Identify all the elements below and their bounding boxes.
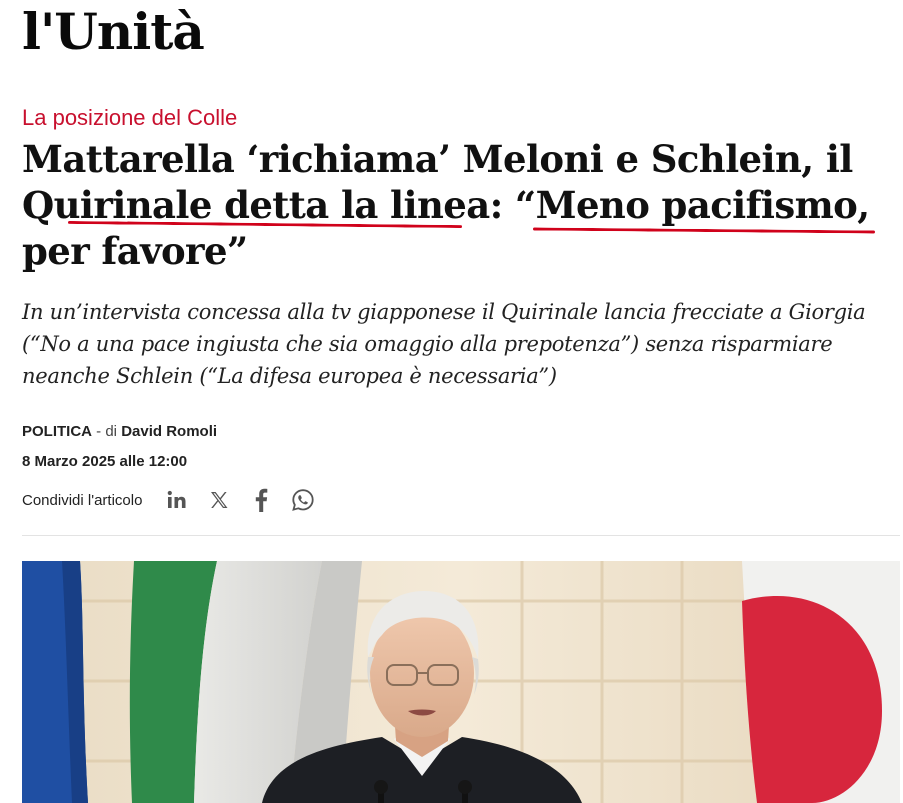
subtitle-line: neanche Schlein (“La difesa europea è ne…	[22, 364, 557, 388]
section-divider	[22, 535, 900, 536]
facebook-icon[interactable]	[240, 485, 282, 515]
share-bar: Condividi l'articolo	[22, 485, 324, 515]
share-label: Condividi l'articolo	[22, 491, 143, 509]
article-kicker[interactable]: La posizione del Colle	[22, 105, 237, 131]
headline-line: Mattarella ‘richiama’ Meloni e Schlein, …	[22, 137, 853, 181]
author-link[interactable]: David Romoli	[121, 423, 217, 440]
linkedin-icon[interactable]	[156, 485, 198, 515]
x-icon[interactable]	[198, 485, 240, 515]
byline-separator: - di	[92, 423, 122, 440]
subtitle-line: (“No a una pace ingiusta che sia omaggio…	[22, 332, 833, 356]
hero-photo-illustration	[22, 561, 900, 803]
article-subtitle: In un’intervista concessa alla tv giappo…	[22, 296, 882, 392]
section-link[interactable]: POLITICA	[22, 423, 92, 440]
whatsapp-icon[interactable]	[282, 485, 324, 515]
hero-image	[22, 561, 900, 803]
article-headline: Mattarella ‘richiama’ Meloni e Schlein, …	[22, 136, 892, 274]
site-logo[interactable]: l'Unità	[22, 2, 205, 62]
headline-line: per favore”	[22, 229, 248, 273]
byline: POLITICA - di David Romoli	[22, 423, 217, 441]
publish-date: 8 Marzo 2025 alle 12:00	[22, 453, 188, 470]
subtitle-line: In un’intervista concessa alla tv giappo…	[22, 300, 866, 324]
